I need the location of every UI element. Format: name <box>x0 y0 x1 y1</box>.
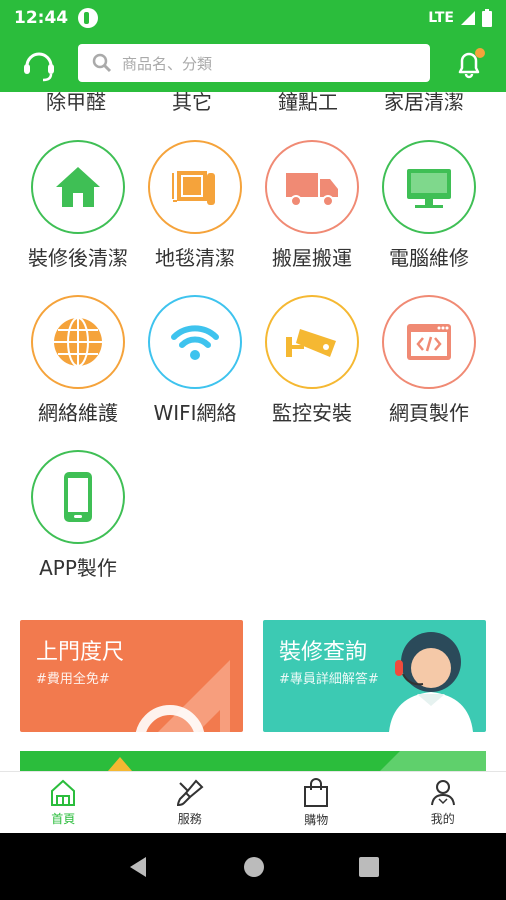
search-input[interactable]: 商品名、分類 <box>78 44 430 82</box>
brush-icon <box>176 779 204 806</box>
nav-label: 購物 <box>304 812 329 827</box>
promo-banner-partial[interactable] <box>20 751 486 771</box>
camera-icon <box>286 329 336 357</box>
category-item[interactable]: 網絡維護 <box>18 295 138 426</box>
category-item[interactable]: 搬屋搬運 <box>252 140 372 271</box>
category-label: 監控安裝 <box>272 401 352 425</box>
banner-title: 裝修查詢 <box>279 640 368 665</box>
user-icon <box>430 779 455 805</box>
agent-avatar-icon <box>389 632 473 732</box>
network-label: LTE <box>428 10 454 26</box>
category-label[interactable]: 其它 <box>134 92 250 115</box>
headset-icon[interactable] <box>20 45 58 83</box>
code-window-icon <box>407 324 451 360</box>
search-icon <box>92 53 112 73</box>
measure-banner[interactable]: 上門度尺 #費用全免# <box>20 620 243 732</box>
system-navigation-bar <box>0 833 506 900</box>
category-label: 裝修後清潔 <box>28 246 128 270</box>
consult-banner[interactable]: 裝修查詢 #專員詳細解答# <box>263 620 486 732</box>
partial-category-row: 除甲醛 其它 鐘點工 家居清潔 <box>0 92 506 115</box>
nav-label: 我的 <box>430 811 455 826</box>
nav-label: 服務 <box>177 811 202 826</box>
category-item[interactable]: APP製作 <box>18 450 138 581</box>
signal-icon <box>461 11 475 25</box>
home-button-icon[interactable] <box>242 855 266 879</box>
status-right: LTE <box>428 9 492 27</box>
main-content[interactable]: 除甲醛 其它 鐘點工 家居清潔 裝修後清潔 地毯清潔 搬屋搬運 電腦維修 網絡維… <box>0 92 506 770</box>
bell-icon[interactable] <box>452 46 486 80</box>
category-label[interactable]: 鐘點工 <box>250 92 366 115</box>
banner-title: 上門度尺 <box>36 640 125 665</box>
wifi-icon <box>171 325 219 360</box>
back-icon[interactable] <box>126 855 150 879</box>
category-label: 搬屋搬運 <box>272 246 352 270</box>
category-label: 地毯清潔 <box>155 246 235 270</box>
set-square-icon <box>135 660 230 732</box>
nav-me[interactable]: 我的 <box>380 772 506 833</box>
category-item[interactable]: 地毯清潔 <box>135 140 255 271</box>
monitor-icon <box>407 169 451 208</box>
category-label: 網頁製作 <box>389 401 469 425</box>
category-label: WIFI網絡 <box>153 401 237 425</box>
bottom-navigation: 首頁 服務 購物 我的 <box>0 771 506 833</box>
category-item[interactable]: WIFI網絡 <box>135 295 255 426</box>
nav-shop[interactable]: 購物 <box>253 772 380 833</box>
banner-subtitle: #專員詳細解答# <box>279 672 379 687</box>
category-item[interactable]: 網頁製作 <box>369 295 489 426</box>
category-item[interactable]: 監控安裝 <box>252 295 372 426</box>
recents-icon[interactable] <box>358 856 380 878</box>
status-bar: 12:44 LTE <box>0 0 506 36</box>
truck-icon <box>286 173 338 207</box>
carrier-icon <box>78 8 99 28</box>
nav-home[interactable]: 首頁 <box>0 772 127 833</box>
nav-label: 首頁 <box>51 811 76 826</box>
banner-subtitle: #費用全免# <box>36 672 110 687</box>
carpet-icon <box>172 171 215 205</box>
category-label[interactable]: 家居清潔 <box>366 92 482 115</box>
nav-service[interactable]: 服務 <box>127 772 254 833</box>
category-item[interactable]: 電腦維修 <box>369 140 489 271</box>
promo-decoration-icon <box>108 751 486 771</box>
category-label: 網絡維護 <box>38 401 118 425</box>
home-icon <box>51 779 76 806</box>
phone-icon <box>64 472 92 522</box>
house-icon <box>56 167 100 207</box>
shopping-bag-icon <box>304 777 329 807</box>
category-item[interactable]: 裝修後清潔 <box>18 140 138 271</box>
app-bar: 商品名、分類 <box>0 36 506 92</box>
search-placeholder: 商品名、分類 <box>122 54 213 73</box>
category-label[interactable]: 除甲醛 <box>18 92 134 115</box>
category-label: APP製作 <box>39 556 117 580</box>
category-label: 電腦維修 <box>389 246 469 270</box>
status-time: 12:44 <box>14 8 69 28</box>
globe-icon <box>54 317 102 367</box>
battery-icon <box>482 9 492 27</box>
